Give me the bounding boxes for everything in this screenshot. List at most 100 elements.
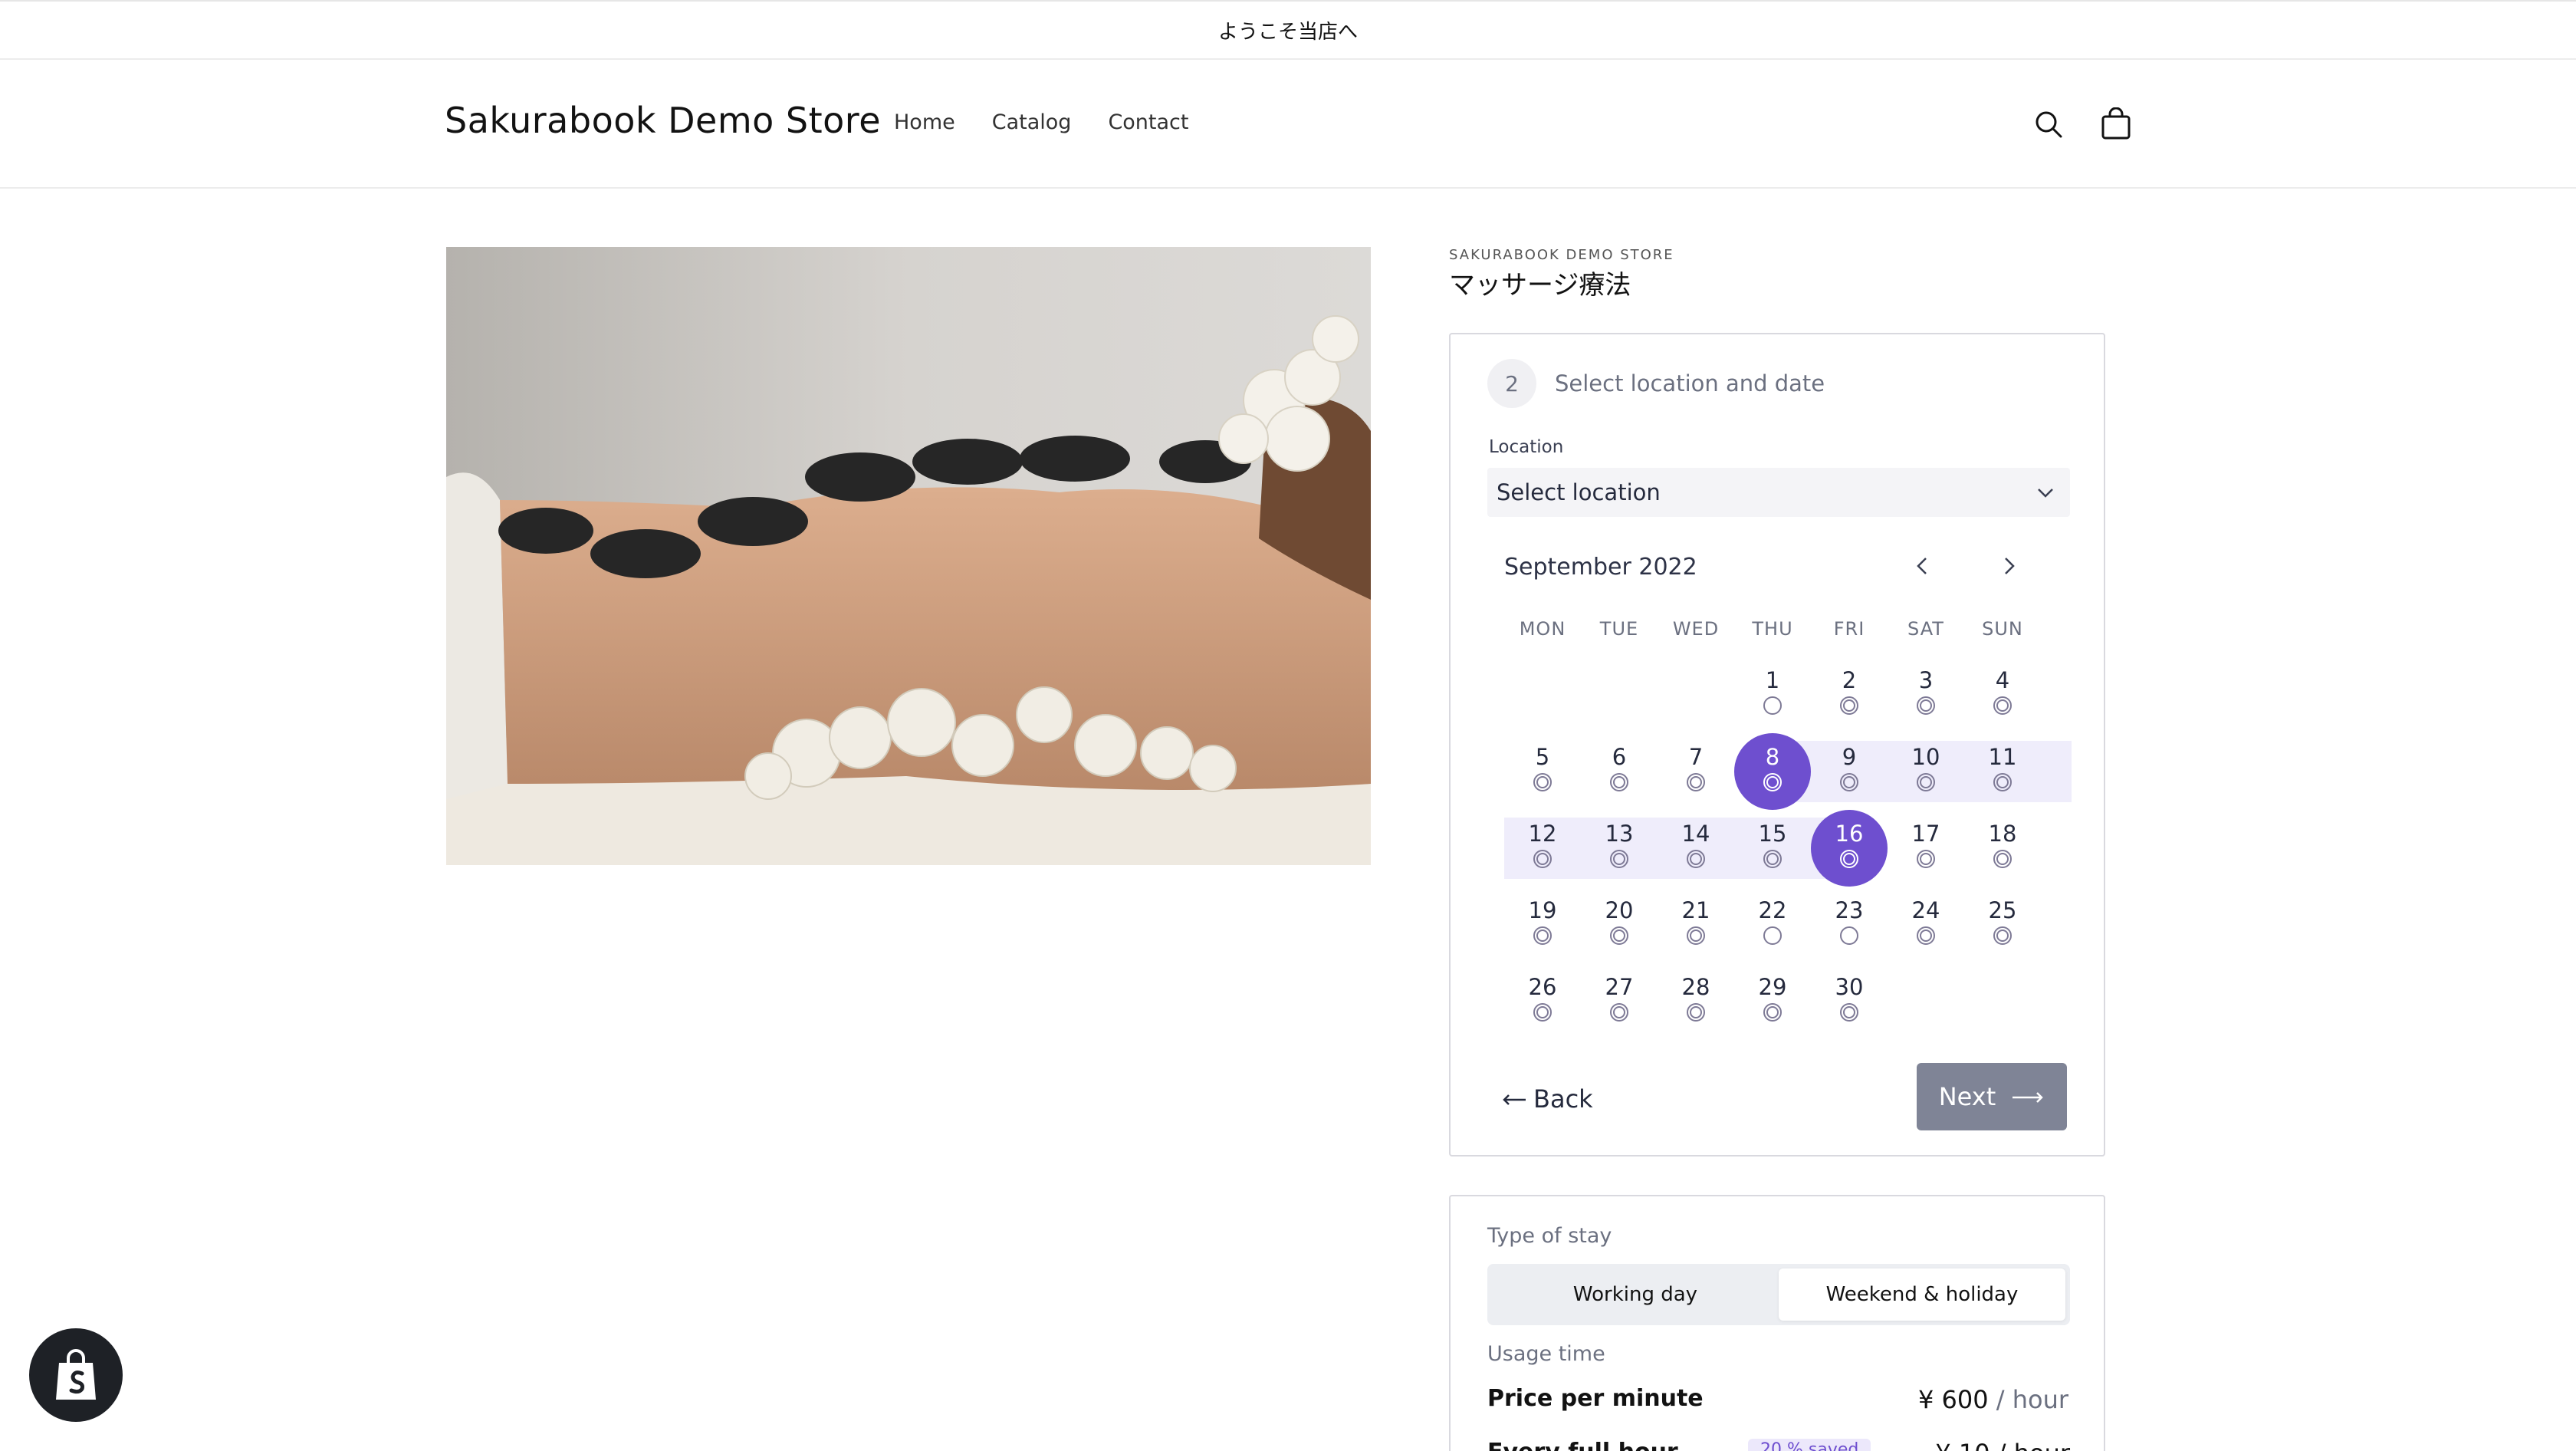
availability-icon: [1917, 850, 1935, 868]
search-icon[interactable]: [2026, 101, 2072, 147]
calendar-day[interactable]: 14: [1658, 810, 1734, 887]
calendar-day[interactable]: 17: [1888, 810, 1964, 887]
calendar-day[interactable]: 28: [1658, 963, 1734, 1040]
calendar-day[interactable]: 21: [1658, 887, 1734, 963]
calendar-day[interactable]: 3: [1888, 656, 1964, 733]
calendar-day[interactable]: 18: [1964, 810, 2041, 887]
calendar-day-number: 26: [1528, 974, 1557, 1000]
weekday-label: MON: [1519, 618, 1566, 640]
unavailable-icon: [1840, 926, 1858, 945]
calendar-day-number: 8: [1765, 744, 1780, 770]
calendar-day[interactable]: 16: [1811, 810, 1888, 887]
calendar-day-number: 21: [1681, 897, 1710, 923]
availability-icon: [1763, 773, 1782, 791]
step-indicator: 2 Select location and date: [1487, 359, 1825, 408]
calendar-day[interactable]: 20: [1581, 887, 1658, 963]
calendar-day[interactable]: 26: [1504, 963, 1581, 1040]
availability-icon: [1610, 773, 1628, 791]
calendar-day-number: 17: [1911, 821, 1940, 847]
availability-icon: [1763, 1003, 1782, 1022]
chevron-right-icon[interactable]: [1993, 551, 2024, 581]
calendar-day-number: 14: [1681, 821, 1710, 847]
discount-badge: 20 % saved: [1748, 1439, 1871, 1451]
calendar-day[interactable]: 9: [1811, 733, 1888, 810]
step-label: Select location and date: [1555, 370, 1825, 396]
calendar-day[interactable]: 23: [1811, 887, 1888, 963]
price-amount: ¥ 600: [1917, 1385, 1989, 1414]
location-label: Location: [1489, 437, 1564, 457]
stay-type-label: Type of stay: [1487, 1224, 1612, 1248]
calendar-day[interactable]: 1: [1734, 656, 1811, 733]
calendar-day[interactable]: 4: [1964, 656, 2041, 733]
next-button-label: Next: [1938, 1082, 1996, 1111]
calendar-day[interactable]: 15: [1734, 810, 1811, 887]
calendar-day[interactable]: 8: [1734, 733, 1811, 810]
availability-icon: [1840, 773, 1858, 791]
calendar-day[interactable]: 11: [1964, 733, 2041, 810]
calendar-day[interactable]: 19: [1504, 887, 1581, 963]
chevron-left-icon[interactable]: [1907, 551, 1938, 581]
calendar-day-number: 15: [1758, 821, 1787, 847]
arrow-left-icon: [1501, 1084, 1527, 1114]
weekday-label: FRI: [1833, 618, 1865, 640]
availability-icon: [1533, 1003, 1552, 1022]
cart-icon[interactable]: [2093, 101, 2139, 147]
store-logo[interactable]: Sakurabook Demo Store: [445, 100, 881, 141]
nav-contact[interactable]: Contact: [1108, 110, 1188, 134]
calendar-day[interactable]: 29: [1734, 963, 1811, 1040]
calendar-day[interactable]: 22: [1734, 887, 1811, 963]
unavailable-icon: [1763, 696, 1782, 715]
availability-icon: [1840, 850, 1858, 868]
price-row-value: ¥ 10 / hour: [1935, 1439, 2070, 1451]
location-select[interactable]: Select location: [1487, 468, 2070, 517]
availability-icon: [1917, 696, 1935, 715]
availability-icon: [1917, 773, 1935, 791]
arrow-right-icon: [2011, 1082, 2045, 1111]
price-row-label: Every full hour: [1487, 1439, 1678, 1451]
calendar-day[interactable]: 27: [1581, 963, 1658, 1040]
availability-icon: [1993, 773, 2012, 791]
calendar-day[interactable]: 2: [1811, 656, 1888, 733]
pricing-card: Type of stay Working day Weekend & holid…: [1449, 1195, 2105, 1451]
site-header: Sakurabook Demo Store Home Catalog Conta…: [0, 60, 2576, 189]
calendar-day[interactable]: 24: [1888, 887, 1964, 963]
calendar-day-number: 7: [1688, 744, 1704, 770]
product-title: マッサージ療法: [1449, 270, 1631, 301]
next-button[interactable]: Next: [1917, 1063, 2067, 1130]
usage-time-label: Usage time: [1487, 1342, 1605, 1366]
calendar-day[interactable]: 5: [1504, 733, 1581, 810]
calendar-day-number: 13: [1605, 821, 1634, 847]
calendar-day[interactable]: 6: [1581, 733, 1658, 810]
stay-type-toggle: Working day Weekend & holiday: [1487, 1264, 2070, 1325]
option-working-day[interactable]: Working day: [1492, 1268, 1779, 1321]
calendar-day[interactable]: 13: [1581, 810, 1658, 887]
calendar-day-number: 11: [1988, 744, 2017, 770]
unavailable-icon: [1763, 926, 1782, 945]
availability-icon: [1840, 696, 1858, 715]
calendar-day[interactable]: 25: [1964, 887, 2041, 963]
weekday-label: SAT: [1907, 618, 1944, 640]
shopify-bag-icon[interactable]: [29, 1328, 123, 1422]
price-unit: / hour: [1996, 1385, 2068, 1414]
price-per-minute-label: Price per minute: [1487, 1385, 1704, 1412]
calendar-day-number: 22: [1758, 897, 1787, 923]
nav-home[interactable]: Home: [894, 110, 955, 134]
nav-catalog[interactable]: Catalog: [992, 110, 1072, 134]
calendar-day[interactable]: 30: [1811, 963, 1888, 1040]
back-button[interactable]: Back: [1501, 1084, 1593, 1114]
weekday-label: THU: [1752, 618, 1793, 640]
calendar-day[interactable]: 12: [1504, 810, 1581, 887]
step-number: 2: [1487, 359, 1536, 408]
product-vendor: SAKURABOOK DEMO STORE: [1449, 247, 1674, 263]
calendar-day-number: 30: [1835, 974, 1864, 1000]
calendar-day-number: 3: [1918, 667, 1934, 693]
option-weekend-holiday[interactable]: Weekend & holiday: [1779, 1268, 2065, 1321]
calendar-day-number: 28: [1681, 974, 1710, 1000]
calendar-day-number: 16: [1835, 821, 1864, 847]
calendar-day[interactable]: 10: [1888, 733, 1964, 810]
calendar-day-number: 6: [1612, 744, 1627, 770]
calendar-day-number: 12: [1528, 821, 1557, 847]
availability-icon: [1840, 1003, 1858, 1022]
calendar-day[interactable]: 7: [1658, 733, 1734, 810]
calendar-day-number: 4: [1995, 667, 2010, 693]
